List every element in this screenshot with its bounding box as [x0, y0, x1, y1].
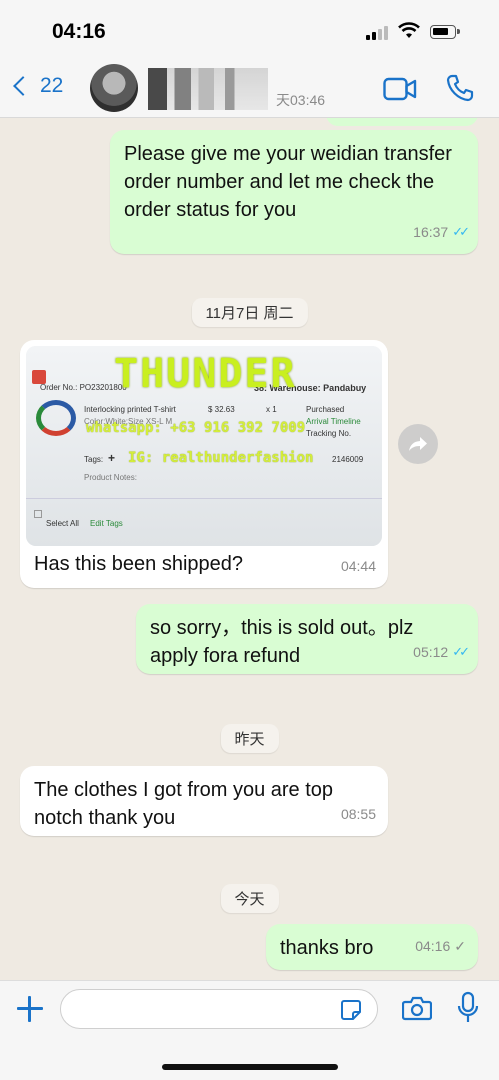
message-time: 05:12 — [413, 644, 449, 660]
chat-area[interactable]: Please give me your weidian transfer ord… — [0, 118, 499, 980]
avatar[interactable] — [90, 64, 138, 112]
message-time: 04:44 — [340, 558, 376, 574]
message-text: Please give me your weidian transfer ord… — [124, 143, 452, 221]
message-incoming[interactable]: The clothes I got from you are top notch… — [20, 766, 388, 836]
message-meta: 05:12 ✓✓ — [413, 638, 470, 666]
chat-header: 22 天03:46 — [0, 62, 499, 118]
message-text: Has this been shipped? — [34, 553, 244, 575]
forward-button[interactable] — [398, 424, 438, 464]
read-ticks-icon: ✓✓ — [452, 644, 470, 659]
message-outgoing[interactable]: so sorry，this is sold out。plz apply fora… — [136, 604, 478, 674]
message-time: 08:55 — [340, 806, 376, 822]
sticker-icon[interactable] — [340, 999, 362, 1021]
message-input[interactable] — [60, 989, 378, 1029]
order-screenshot-image[interactable]: Order No.: PO23201800 38: Warehouse: Pan… — [26, 346, 382, 546]
previous-message-tail — [326, 118, 478, 126]
watermark-whatsapp: whatsapp: +63 916 392 7009 — [86, 420, 306, 436]
message-meta: 04:16 ✓ — [415, 932, 466, 960]
home-indicator — [162, 1064, 338, 1070]
attach-plus-icon[interactable] — [16, 995, 44, 1023]
cellular-signal-icon — [366, 26, 390, 40]
watermark-title: THUNDER — [114, 351, 297, 397]
read-ticks-icon: ✓✓ — [452, 224, 470, 239]
forward-icon — [409, 437, 427, 451]
message-text: so sorry，this is sold out。plz apply fora… — [150, 617, 414, 667]
last-seen: 天03:46 — [276, 92, 326, 108]
message-outgoing[interactable]: thanks bro 04:16 ✓ — [266, 924, 478, 970]
message-text: The clothes I got from you are top notch… — [34, 779, 334, 829]
message-time: 16:37 — [413, 224, 449, 240]
wifi-icon — [398, 22, 420, 38]
status-bar: 04:16 — [0, 0, 499, 62]
chevron-left-icon — [13, 76, 33, 96]
microphone-icon[interactable] — [456, 991, 480, 1025]
message-outgoing[interactable]: Please give me your weidian transfer ord… — [110, 130, 478, 254]
message-incoming-image[interactable]: Order No.: PO23201800 38: Warehouse: Pan… — [20, 340, 388, 588]
sent-tick-icon: ✓ — [454, 938, 466, 954]
message-meta: 08:55 — [341, 800, 376, 828]
date-divider: 今天 — [220, 884, 279, 913]
voice-call-icon[interactable] — [446, 74, 474, 102]
unread-count: 22 — [40, 74, 64, 97]
message-meta: 04:44 — [341, 552, 376, 580]
product-thumbnail — [32, 394, 82, 442]
clock: 04:16 — [52, 20, 106, 43]
camera-icon[interactable] — [402, 995, 432, 1021]
contact-name-redacted[interactable] — [148, 68, 268, 110]
video-call-icon[interactable] — [383, 77, 417, 101]
message-time: 04:16 — [415, 938, 451, 954]
watermark-ig: IG: realthunderfashion — [128, 450, 314, 466]
back-button[interactable]: 22 — [10, 74, 63, 98]
battery-icon — [430, 25, 460, 39]
date-divider: 昨天 — [220, 724, 279, 753]
message-meta: 16:37 ✓✓ — [413, 218, 470, 246]
date-divider: 11月7日 周二 — [191, 298, 308, 327]
